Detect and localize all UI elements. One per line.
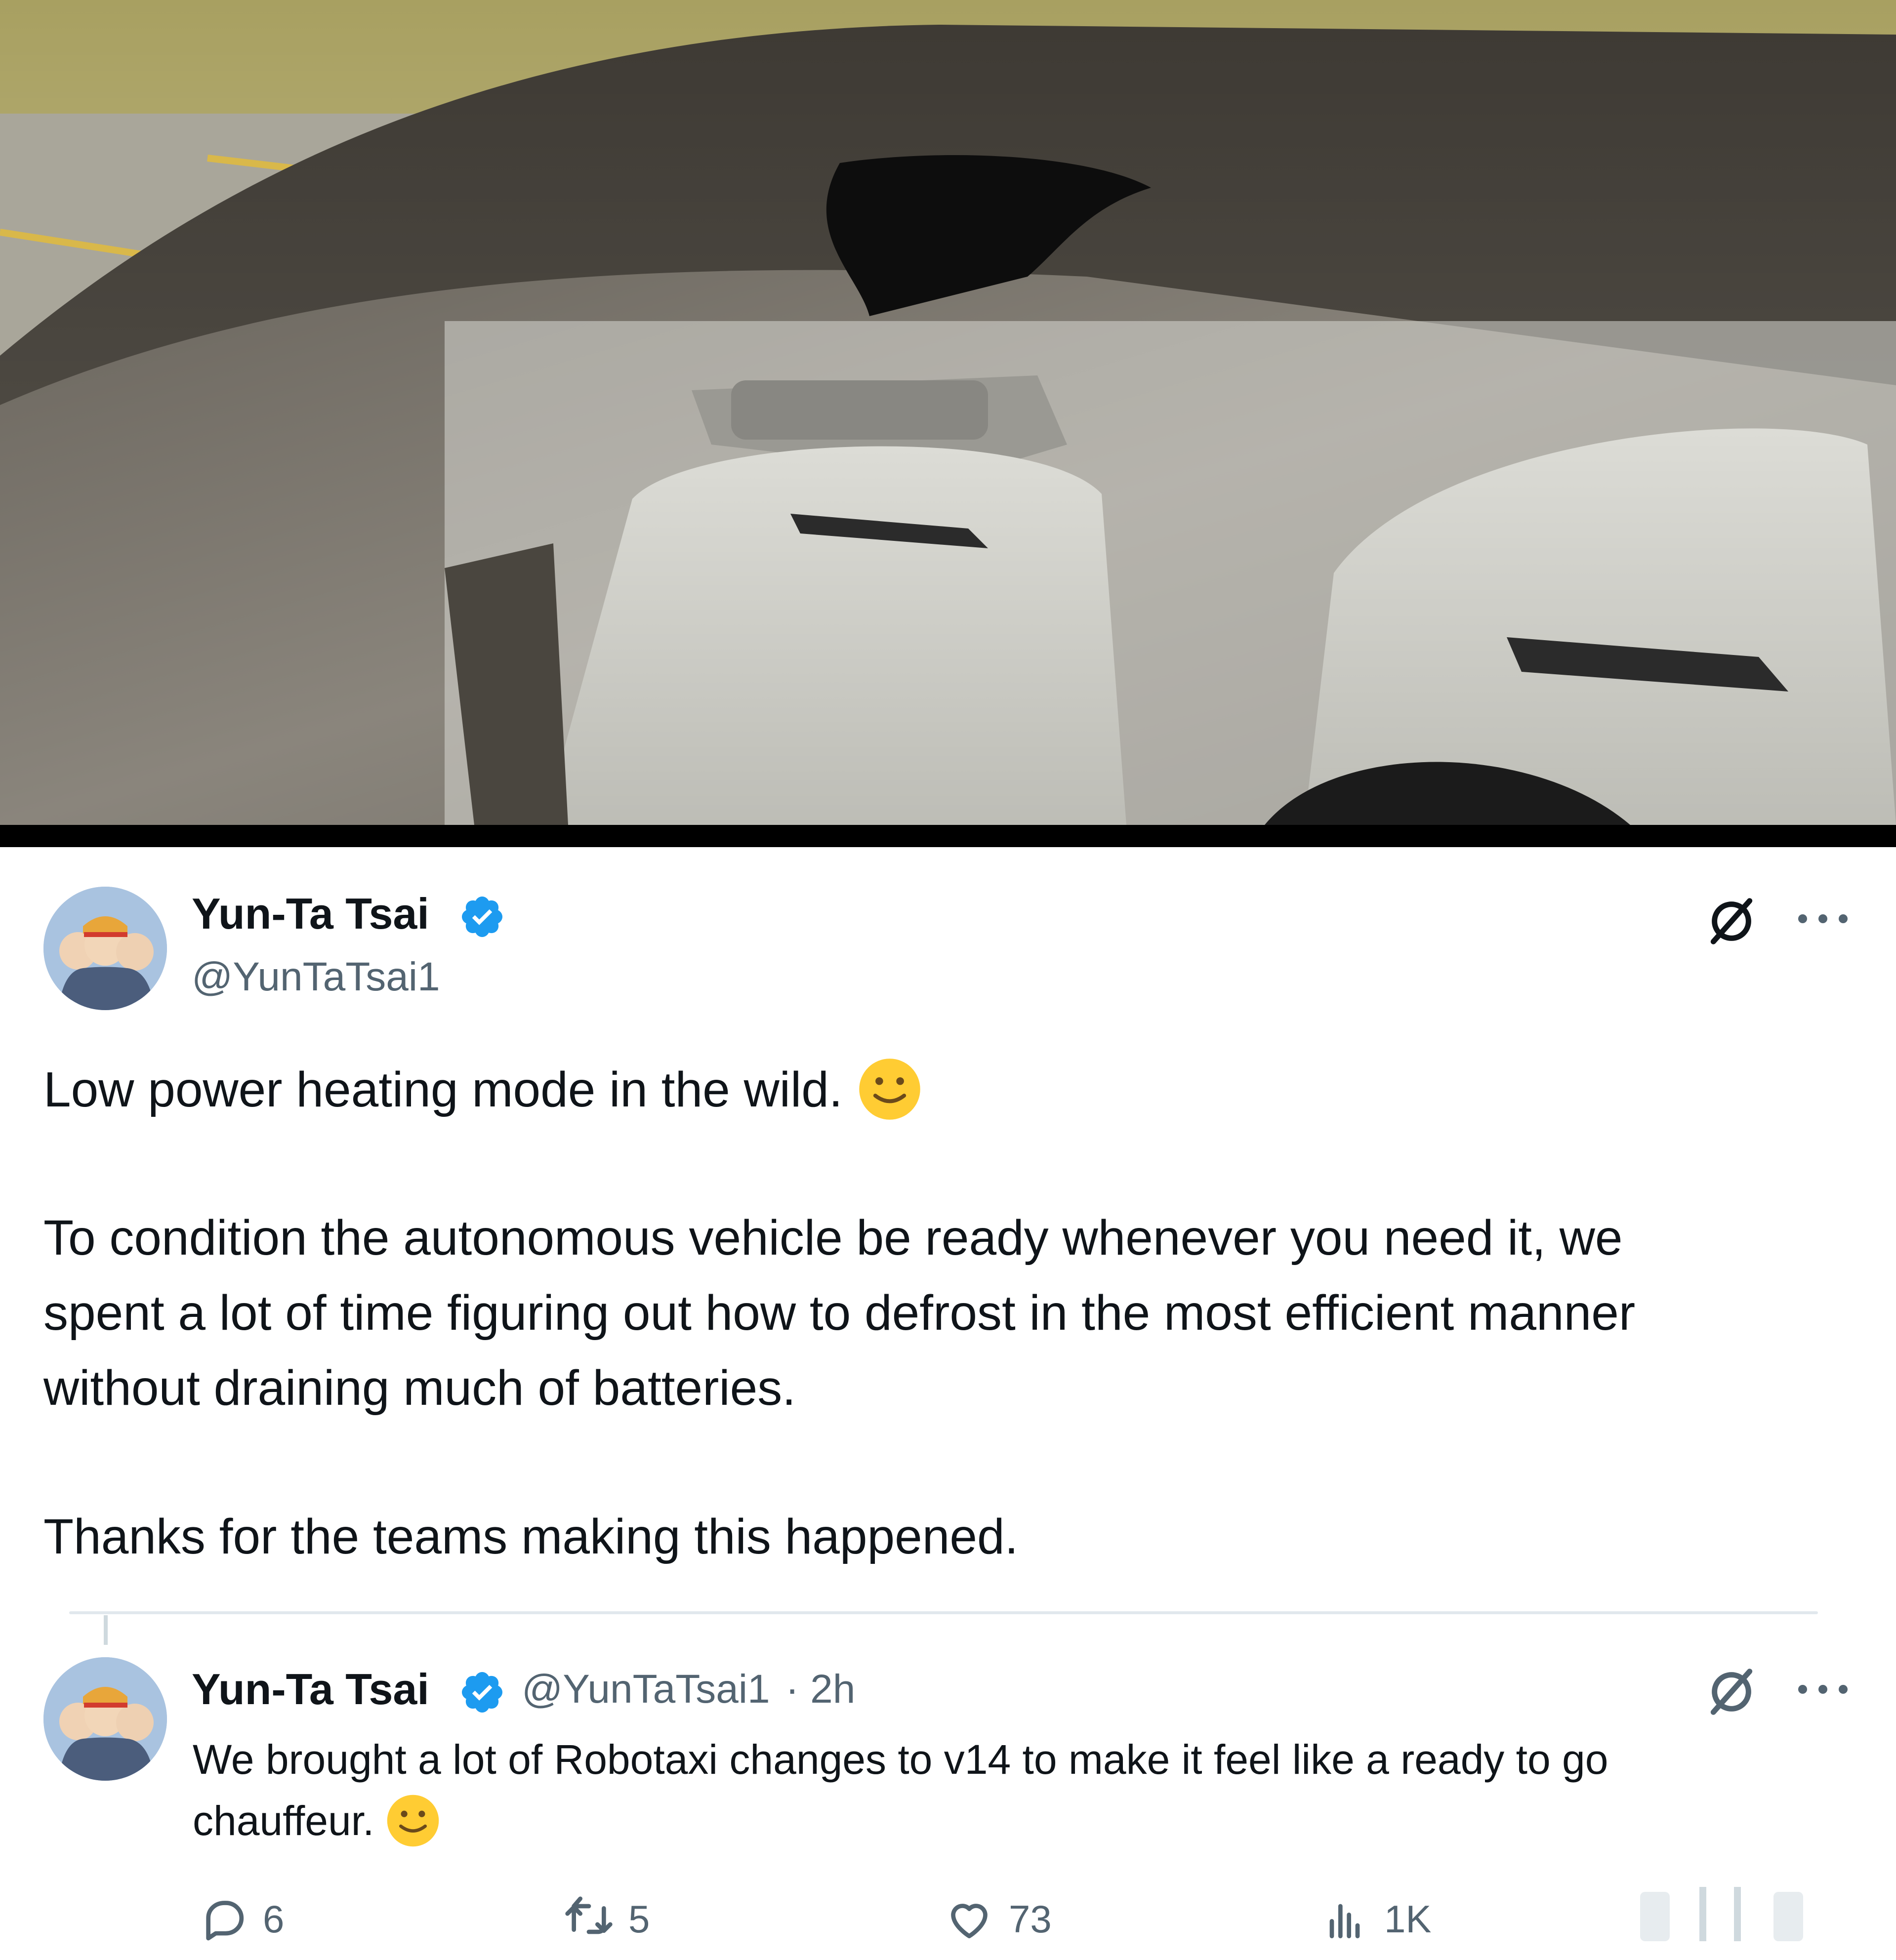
more-options-icon[interactable] bbox=[1798, 1679, 1848, 1699]
repost-button[interactable]: 5 bbox=[563, 1892, 650, 1946]
reply-timestamp[interactable]: · 2h bbox=[785, 1665, 855, 1714]
reply-icon bbox=[198, 1893, 249, 1945]
like-button[interactable]: 73 bbox=[944, 1892, 1052, 1946]
reply-author-avatar[interactable] bbox=[43, 1657, 167, 1781]
grok-icon[interactable] bbox=[1704, 1665, 1759, 1719]
tweet-paragraph: Low power heating mode in the wild. bbox=[43, 1062, 843, 1117]
views-button[interactable]: 1K bbox=[1319, 1892, 1431, 1946]
author-handle[interactable]: @YunTaTsai1 bbox=[192, 952, 440, 1002]
author-name[interactable]: Yun-Ta Tsai bbox=[192, 889, 429, 939]
tweet-text-block: To condition the autonomous vehicle be r… bbox=[43, 1200, 1861, 1426]
tweet-photo[interactable] bbox=[0, 0, 1896, 825]
tweet-paragraph: without draining much of batteries. bbox=[43, 1360, 796, 1416]
reply-line: We brought a lot of Robotaxi changes to … bbox=[193, 1736, 1608, 1783]
repost-count: 5 bbox=[628, 1897, 650, 1941]
author-avatar[interactable] bbox=[43, 887, 167, 1010]
reply-line: chauffeur. bbox=[193, 1797, 374, 1844]
slightly-smiling-face-icon bbox=[386, 1794, 440, 1848]
reply-count: 6 bbox=[263, 1897, 285, 1941]
views-icon bbox=[1319, 1893, 1370, 1945]
like-count: 73 bbox=[1009, 1897, 1052, 1941]
photo-divider bbox=[0, 825, 1896, 847]
tweet-paragraph: spent a lot of time figuring out how to … bbox=[43, 1285, 1636, 1341]
heart-icon bbox=[944, 1893, 995, 1945]
repost-icon bbox=[563, 1893, 615, 1945]
tweet-paragraph: To condition the autonomous vehicle be r… bbox=[43, 1210, 1623, 1266]
tweet-text-block: Thanks for the teams making this happene… bbox=[43, 1499, 1861, 1574]
faded-share-icons bbox=[1630, 1877, 1818, 1946]
verified-badge-icon bbox=[458, 893, 506, 940]
reply-text: We brought a lot of Robotaxi changes to … bbox=[193, 1729, 1848, 1851]
views-count: 1K bbox=[1384, 1897, 1432, 1941]
divider bbox=[69, 1611, 1818, 1614]
slightly-smiling-face-icon bbox=[858, 1057, 922, 1121]
tweet-text: Low power heating mode in the wild. bbox=[43, 1052, 1861, 1127]
reply-button[interactable]: 6 bbox=[198, 1892, 284, 1946]
reply-author-handle[interactable]: @YunTaTsai1 bbox=[522, 1665, 770, 1714]
thread-connector bbox=[104, 1615, 108, 1645]
verified-badge-icon bbox=[458, 1669, 506, 1716]
more-options-icon[interactable] bbox=[1798, 909, 1848, 929]
tweet-paragraph: Thanks for the teams making this happene… bbox=[43, 1509, 1019, 1564]
reply-author-name[interactable]: Yun-Ta Tsai bbox=[192, 1665, 429, 1714]
grok-icon[interactable] bbox=[1704, 894, 1759, 948]
